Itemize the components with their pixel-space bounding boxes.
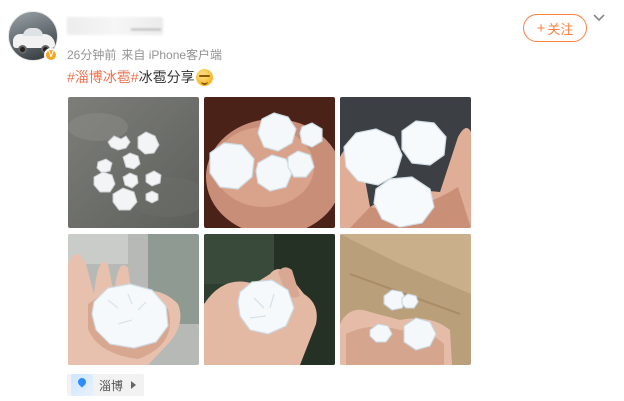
post-source: 来自 iPhone客户端 — [121, 48, 223, 62]
location-map-icon — [71, 374, 93, 396]
photo-hailstone-held-in-fingers[interactable] — [204, 234, 335, 365]
location-label: 淄博 — [99, 378, 124, 393]
photo-hailstones-in-palm[interactable] — [340, 97, 471, 228]
post-meta: 26分钟前 来自 iPhone客户端 — [67, 46, 227, 63]
follow-label: 关注 — [547, 21, 574, 37]
follow-plus-icon: + — [536, 19, 546, 37]
photo-hailstones-on-ground[interactable] — [68, 97, 199, 228]
photo-hailstones-in-palm-closeup[interactable] — [204, 97, 335, 228]
location-tag[interactable]: 淄博 — [67, 374, 145, 396]
topic-link[interactable]: #淄博冰雹# — [67, 67, 139, 87]
post-time[interactable]: 26分钟前 — [67, 48, 116, 62]
post-text: #淄博冰雹# 冰雹分享 — [67, 67, 213, 87]
car-wheel — [18, 45, 27, 54]
post-body: 冰雹分享 — [138, 69, 195, 85]
username-redacted[interactable] — [67, 17, 163, 35]
photo-hailstones-in-hand-over-box[interactable] — [340, 234, 471, 365]
arrow-right-icon — [131, 381, 137, 389]
photo-large-hailstone-in-palm[interactable] — [68, 234, 199, 365]
verified-badge-icon: V — [44, 48, 58, 62]
smirk-emoji-icon — [195, 68, 213, 86]
follow-button[interactable]: + 关注 — [523, 14, 587, 42]
chevron-down-icon[interactable] — [592, 12, 606, 24]
